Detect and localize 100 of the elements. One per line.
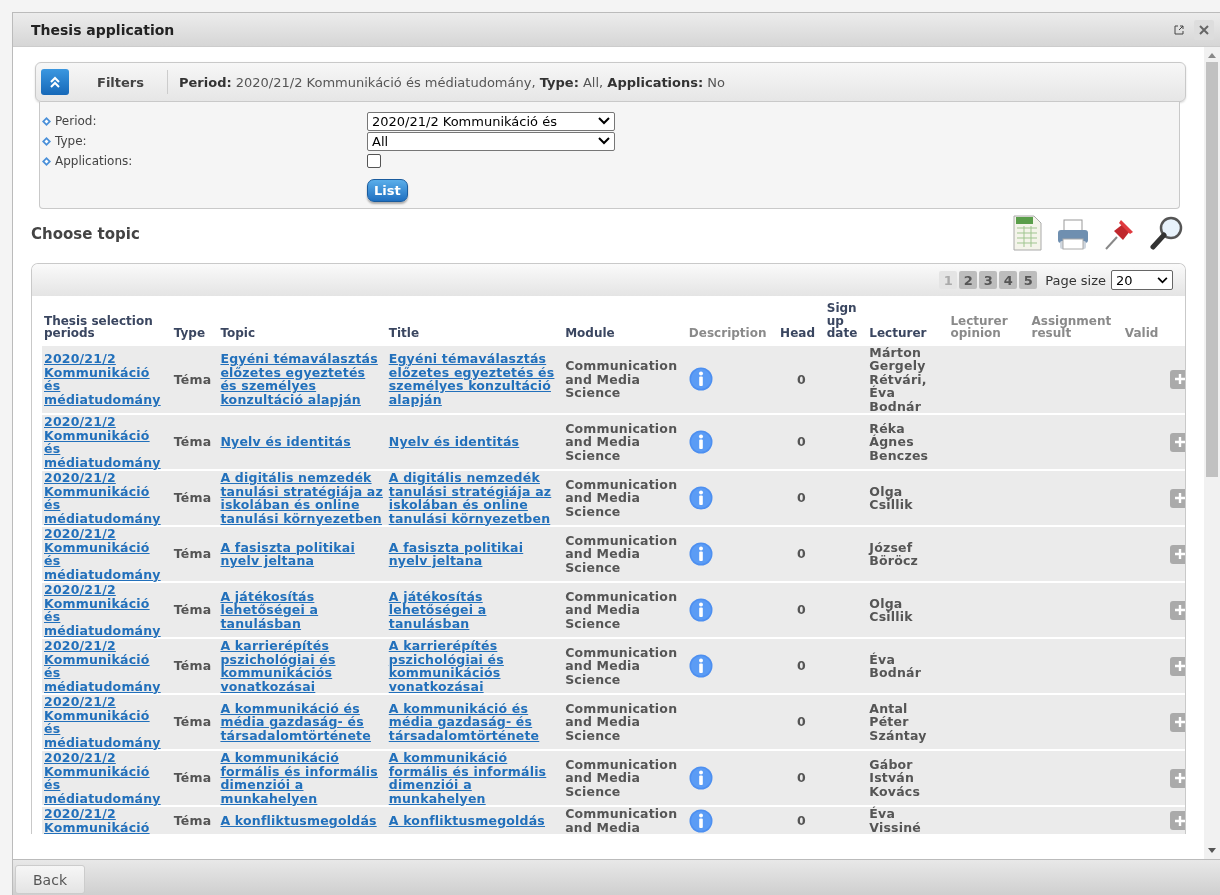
topic-link[interactable]: A digitális nemzedék tanulási stratégiája az iskolában és online tanulási környezetben: [220, 471, 385, 525]
info-icon[interactable]: [688, 654, 713, 678]
type-text: Téma: [173, 658, 212, 674]
lecturer-text: Gábor István Kovács: [869, 756, 920, 799]
bullet-icon: [42, 116, 51, 126]
topic-link[interactable]: A kommunikáció formális és informális dimenziói a munkahelyen: [220, 751, 385, 805]
topic-link[interactable]: A karrierépítés pszichológiai és kommunikációs vonatkozásai: [220, 639, 385, 693]
head-count: 0: [796, 546, 806, 562]
field-label: Period:: [55, 114, 97, 128]
section-title: Choose topic: [31, 225, 140, 243]
add-button[interactable]: [1170, 600, 1185, 620]
head-count: 0: [796, 434, 806, 450]
add-button[interactable]: [1170, 432, 1185, 452]
module-text: Communication and Media Science: [565, 588, 678, 631]
field-label: Applications:: [55, 154, 133, 168]
info-icon[interactable]: [688, 766, 713, 790]
page-button[interactable]: 4: [999, 271, 1018, 289]
module-text: Communication and Media Science: [565, 644, 678, 687]
popout-icon[interactable]: [1174, 24, 1184, 35]
period-link[interactable]: 2020/21/2 Kommunikáció és médiatudomány: [44, 695, 170, 749]
add-button[interactable]: [1170, 488, 1185, 508]
lecturer-text: Éva Vissiné: [869, 806, 921, 834]
title-link[interactable]: A karrierépítés pszichológiai és kommunikációs vonatkozásai: [388, 639, 562, 693]
add-button[interactable]: [1170, 369, 1185, 389]
close-icon: [1199, 24, 1209, 35]
module-text: Communication and Media Science: [565, 532, 678, 575]
period-link[interactable]: 2020/21/2 Kommunikáció: [44, 807, 170, 834]
bullet-icon: [42, 156, 51, 166]
window-title: Thesis application: [31, 21, 176, 38]
head-count: 0: [796, 658, 806, 674]
page-size-dropdown[interactable]: 20: [1111, 270, 1173, 290]
head-count: 0: [796, 371, 806, 387]
lecturer-text: Antal Péter Szántay: [869, 700, 927, 743]
lecturer-text: Olga Csillik: [869, 483, 913, 512]
title-link[interactable]: A digitális nemzedék tanulási stratégiája az iskolában és online tanulási környezetben: [388, 471, 562, 525]
printer-icon[interactable]: [1056, 219, 1090, 251]
scroll-up-icon[interactable]: [1208, 53, 1216, 58]
info-icon[interactable]: [688, 430, 713, 454]
type-text: Téma: [173, 490, 212, 506]
field-label: Type:: [55, 134, 87, 148]
page-button[interactable]: 5: [1019, 271, 1038, 289]
type-text: Téma: [173, 812, 212, 828]
module-text: Communication and Media Science: [565, 420, 678, 463]
period-link[interactable]: 2020/21/2 Kommunikáció és médiatudomány: [44, 527, 170, 581]
info-icon[interactable]: [688, 808, 713, 833]
period-link[interactable]: 2020/21/2 Kommunikáció és médiatudomány: [44, 471, 170, 525]
lecturer-text: Olga Csillik: [869, 595, 913, 624]
period-link[interactable]: 2020/21/2 Kommunikáció és médiatudomány: [44, 415, 170, 469]
scrollbar[interactable]: [1204, 47, 1220, 859]
module-text: Communication and Media Science: [565, 756, 678, 799]
info-icon[interactable]: [688, 598, 713, 622]
module-text: Communication and Media Science: [565, 358, 678, 400]
page-button[interactable]: 2: [959, 271, 978, 289]
module-text: Communication and Media Science: [565, 476, 678, 519]
head-count: 0: [796, 770, 806, 786]
period-link[interactable]: 2020/21/2 Kommunikáció és médiatudomány: [44, 639, 170, 693]
add-button[interactable]: [1170, 544, 1185, 564]
chevron-down-icon: [598, 117, 610, 125]
back-button[interactable]: Back: [15, 865, 85, 894]
chevron-down-icon: [1157, 276, 1168, 284]
add-button[interactable]: [1170, 656, 1185, 676]
dropdown-field[interactable]: All: [367, 131, 615, 151]
head-count: 0: [796, 714, 806, 730]
scroll-down-icon[interactable]: [1208, 848, 1216, 853]
add-button[interactable]: [1170, 712, 1185, 732]
head-count: 0: [796, 812, 806, 828]
module-text: Communication and Media: [565, 806, 678, 834]
lecturer-text: Éva Bodnár: [869, 651, 922, 680]
type-text: Téma: [173, 371, 212, 387]
page-size-label: Page size: [1045, 272, 1106, 288]
lecturer-text: Réka Ágnes Benczes: [869, 420, 929, 463]
period-link[interactable]: 2020/21/2 Kommunikáció és médiatudomány: [44, 583, 170, 637]
chevrons-icon: [49, 76, 61, 88]
module-text: Communication and Media Science: [565, 700, 678, 743]
type-text: Téma: [173, 546, 212, 562]
collapse-button[interactable]: [41, 69, 69, 95]
type-text: Téma: [173, 602, 212, 618]
add-button[interactable]: [1170, 768, 1185, 788]
head-count: 0: [796, 602, 806, 618]
list-button[interactable]: List: [367, 179, 408, 202]
info-icon[interactable]: [688, 486, 713, 510]
search-icon[interactable]: [1150, 215, 1184, 251]
info-icon[interactable]: [688, 367, 713, 392]
pin-icon[interactable]: [1104, 217, 1136, 251]
type-text: Téma: [173, 770, 212, 786]
period-link[interactable]: 2020/21/2 Kommunikáció és médiatudomány: [44, 751, 170, 805]
head-count: 0: [796, 490, 806, 506]
filter-summary: Period: 2020/21/2 Kommunikáció és médiatudomány, Type: All, Applications: No: [179, 74, 725, 90]
add-button[interactable]: [1170, 811, 1185, 830]
chevron-down-icon: [598, 137, 610, 145]
spreadsheet-icon[interactable]: [1012, 215, 1042, 251]
type-text: Téma: [173, 434, 212, 450]
type-text: Téma: [173, 714, 212, 730]
filters-label: Filters: [97, 74, 145, 90]
lecturer-text: József Böröcz: [869, 539, 919, 568]
title-link[interactable]: A kommunikáció formális és informális dimenziói a munkahelyen: [388, 751, 562, 805]
info-icon[interactable]: [688, 542, 713, 566]
dropdown-field[interactable]: 2020/21/2 Kommunikáció és: [367, 111, 615, 131]
checkbox[interactable]: [367, 154, 381, 168]
page-button[interactable]: 3: [979, 271, 998, 289]
